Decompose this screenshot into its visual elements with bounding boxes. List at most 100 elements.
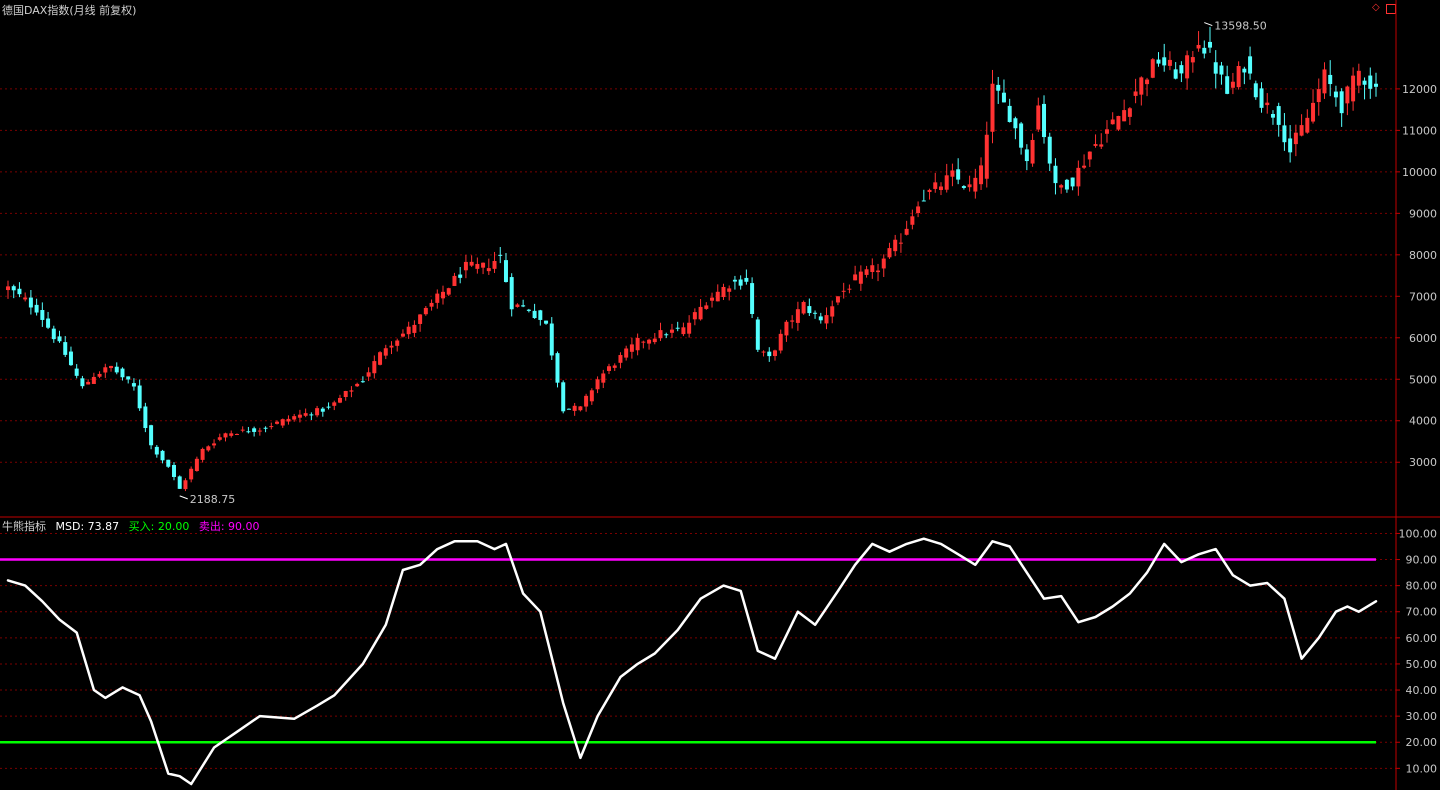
candle-body [1082, 165, 1087, 168]
candle-body [337, 397, 342, 403]
candle [1248, 46, 1253, 80]
candle-body [681, 327, 686, 335]
candle-body [1276, 106, 1281, 125]
candle [68, 346, 73, 366]
candle [320, 407, 325, 417]
candle-body [841, 290, 846, 292]
candle [526, 308, 531, 313]
candle [681, 322, 686, 337]
candle-body [1242, 68, 1247, 73]
candle [784, 320, 789, 342]
candle-body [435, 293, 440, 303]
candle [761, 350, 766, 357]
candle [853, 265, 858, 281]
msd-value: MSD: 73.87 [55, 520, 120, 533]
candle-body [773, 350, 777, 357]
candle [1316, 78, 1321, 116]
indicator-tick-label: 40.00 [1406, 684, 1438, 697]
candle-body [1162, 57, 1167, 66]
candle-body [1374, 83, 1378, 87]
candle-body [738, 279, 743, 286]
candle-body [309, 414, 314, 416]
price-tick-label: 11000 [1402, 124, 1437, 137]
candle [372, 355, 377, 379]
candle-body [990, 83, 995, 132]
candle-body [864, 269, 869, 275]
candle-body [166, 459, 171, 467]
candle [28, 290, 33, 315]
candle [1368, 67, 1373, 99]
candle [1070, 177, 1075, 191]
candle [223, 432, 228, 442]
candle-body [441, 291, 446, 299]
candle-body [830, 306, 835, 317]
candle-body [177, 476, 182, 489]
candle-body [1007, 105, 1012, 123]
candle [51, 325, 56, 343]
candle-body [578, 406, 583, 411]
candle-body [755, 319, 760, 350]
candle [664, 332, 669, 339]
candle [252, 426, 257, 437]
candle [469, 255, 474, 267]
candle [876, 263, 881, 282]
candle-body [126, 376, 131, 380]
candle-body [1299, 125, 1304, 136]
candle-body [297, 414, 302, 418]
candle [46, 311, 51, 330]
candle [1116, 115, 1121, 132]
candle-body [74, 368, 79, 376]
candle-body [11, 286, 16, 291]
candle [229, 430, 234, 438]
candle-body [114, 366, 119, 373]
candle-body [938, 186, 943, 191]
candle-body [120, 368, 125, 378]
candle-body [1087, 151, 1092, 160]
candle-body [858, 271, 863, 284]
candle-body [607, 366, 611, 371]
candle-body [521, 305, 526, 307]
candle [979, 157, 984, 190]
candle [131, 378, 136, 391]
candle-body [1099, 144, 1104, 147]
candle [1293, 124, 1298, 157]
candle-body [1322, 69, 1327, 94]
candle [1202, 40, 1207, 59]
candle-body [1265, 102, 1270, 106]
candle-body [1328, 74, 1333, 85]
candle-body [870, 265, 875, 272]
candle-body [618, 355, 623, 363]
candle [1059, 183, 1064, 194]
candle-body [561, 382, 566, 412]
candle-body [544, 320, 549, 324]
candle-body [933, 182, 938, 189]
candle [830, 300, 835, 324]
candle-body [246, 431, 251, 433]
candle [618, 352, 623, 369]
candle [1007, 98, 1012, 123]
candle-body [1253, 83, 1258, 98]
candle-body [669, 329, 674, 333]
candle [194, 456, 199, 472]
annotation-pointer [1204, 22, 1213, 27]
candle-body [961, 186, 966, 188]
candle [744, 269, 749, 285]
candle [1024, 144, 1029, 171]
candle-body [1076, 167, 1081, 187]
price-axis: 3000 4000 5000 6000 7000 8000 9000 10000 11000 12… [1395, 0, 1438, 790]
candle-body [1064, 179, 1069, 190]
candle-body [486, 268, 491, 272]
candle [212, 439, 217, 449]
candle-body [1042, 103, 1047, 138]
chart-canvas: 13598.50 2188.75 3000 4000 5000 6000 7000 8000… [0, 0, 1440, 790]
candle [578, 406, 583, 412]
candle [904, 220, 909, 236]
candle-body [1236, 65, 1241, 88]
price-tick-label: 5000 [1409, 373, 1437, 386]
candle [154, 444, 159, 458]
candle [1196, 31, 1201, 52]
candle [738, 275, 743, 290]
candle [143, 402, 148, 433]
candle-body [1104, 129, 1109, 134]
candle-body [475, 263, 480, 269]
